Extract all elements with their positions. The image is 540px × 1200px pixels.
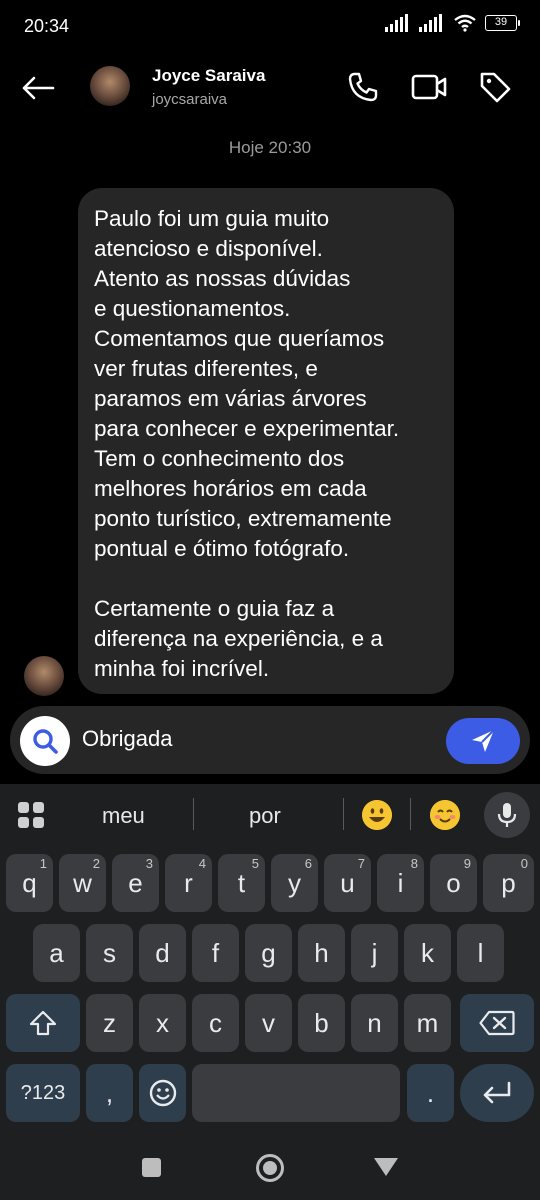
key-c[interactable]: c: [192, 994, 239, 1052]
wifi-icon: [454, 14, 476, 32]
key-z[interactable]: z: [86, 994, 133, 1052]
key-g[interactable]: g: [245, 924, 292, 982]
video-call-button[interactable]: [410, 68, 448, 106]
symbols-key[interactable]: ?123: [6, 1064, 80, 1122]
contact-name[interactable]: Joyce Saraiva: [152, 66, 265, 86]
period-key[interactable]: .: [407, 1064, 454, 1122]
message-text: Paulo foi um guia muito atencioso e disp…: [94, 206, 400, 681]
back-arrow-icon: [22, 76, 55, 100]
key-y[interactable]: y6: [271, 854, 318, 912]
key-h[interactable]: h: [298, 924, 345, 982]
shift-arrow-icon: [29, 1010, 57, 1036]
tag-button[interactable]: [476, 68, 514, 106]
send-button[interactable]: [446, 718, 520, 764]
status-icons: 39: [385, 14, 520, 32]
contact-handle[interactable]: joycsaraiva: [152, 91, 227, 108]
message-timestamp: Hoje 20:30: [228, 138, 312, 157]
send-icon: [472, 729, 495, 752]
home-button[interactable]: [256, 1154, 284, 1182]
key-j[interactable]: j: [351, 924, 398, 982]
smiling-face-emoji[interactable]: [430, 800, 460, 830]
suggestion-2[interactable]: por: [249, 803, 281, 829]
search-button[interactable]: [20, 716, 70, 766]
key-x[interactable]: x: [139, 994, 186, 1052]
status-time: 20:34: [24, 16, 70, 36]
key-r[interactable]: r4: [165, 854, 212, 912]
signal-icon: [419, 14, 442, 32]
microphone-icon: [497, 803, 517, 827]
sender-avatar[interactable]: [24, 656, 64, 696]
key-e[interactable]: e3: [112, 854, 159, 912]
navigation-bar: [0, 1136, 540, 1200]
chat-header: Joyce Saraiva joycsaraiva: [0, 56, 540, 120]
key-o[interactable]: o9: [430, 854, 477, 912]
nav-back-button[interactable]: [374, 1158, 398, 1176]
status-bar: 20:34 39: [0, 0, 540, 56]
message-bubble[interactable]: Paulo foi um guia muito atencioso e disp…: [78, 188, 454, 694]
key-l[interactable]: l: [457, 924, 504, 982]
voice-input-button[interactable]: [484, 792, 530, 838]
apps-grid-icon[interactable]: [16, 800, 46, 830]
recents-button[interactable]: [142, 1158, 161, 1177]
backspace-key[interactable]: [460, 994, 534, 1052]
key-b[interactable]: b: [298, 994, 345, 1052]
key-w[interactable]: w2: [59, 854, 106, 912]
battery-level: 39: [485, 15, 517, 31]
key-n[interactable]: n: [351, 994, 398, 1052]
emoji-key[interactable]: [139, 1064, 186, 1122]
key-u[interactable]: u7: [324, 854, 371, 912]
key-p[interactable]: p0: [483, 854, 534, 912]
space-key[interactable]: [192, 1064, 400, 1122]
key-a[interactable]: a: [33, 924, 80, 982]
video-icon: [411, 74, 447, 100]
backspace-icon: [479, 1010, 515, 1036]
suggestion-1[interactable]: meu: [102, 803, 145, 829]
smiley-icon: [149, 1079, 176, 1107]
message-input[interactable]: Obrigada: [82, 726, 173, 752]
key-d[interactable]: d: [139, 924, 186, 982]
key-q[interactable]: q1: [6, 854, 53, 912]
call-button[interactable]: [344, 68, 382, 106]
battery-icon: 39: [485, 15, 520, 31]
tag-icon: [480, 72, 511, 103]
back-button[interactable]: [18, 70, 58, 106]
phone-icon: [348, 72, 378, 102]
signal-icon: [385, 14, 408, 32]
grinning-face-emoji[interactable]: [362, 800, 392, 830]
key-t[interactable]: t5: [218, 854, 265, 912]
search-icon: [33, 729, 58, 754]
key-v[interactable]: v: [245, 994, 292, 1052]
key-f[interactable]: f: [192, 924, 239, 982]
key-s[interactable]: s: [86, 924, 133, 982]
key-k[interactable]: k: [404, 924, 451, 982]
suggestion-bar: meu por: [0, 784, 540, 846]
shift-key[interactable]: [6, 994, 80, 1052]
enter-key[interactable]: [460, 1064, 534, 1122]
key-i[interactable]: i8: [377, 854, 424, 912]
comma-key[interactable]: ,: [86, 1064, 133, 1122]
key-m[interactable]: m: [404, 994, 451, 1052]
message-composer: Obrigada: [10, 706, 530, 774]
enter-icon: [483, 1081, 511, 1104]
contact-avatar[interactable]: [90, 66, 130, 106]
